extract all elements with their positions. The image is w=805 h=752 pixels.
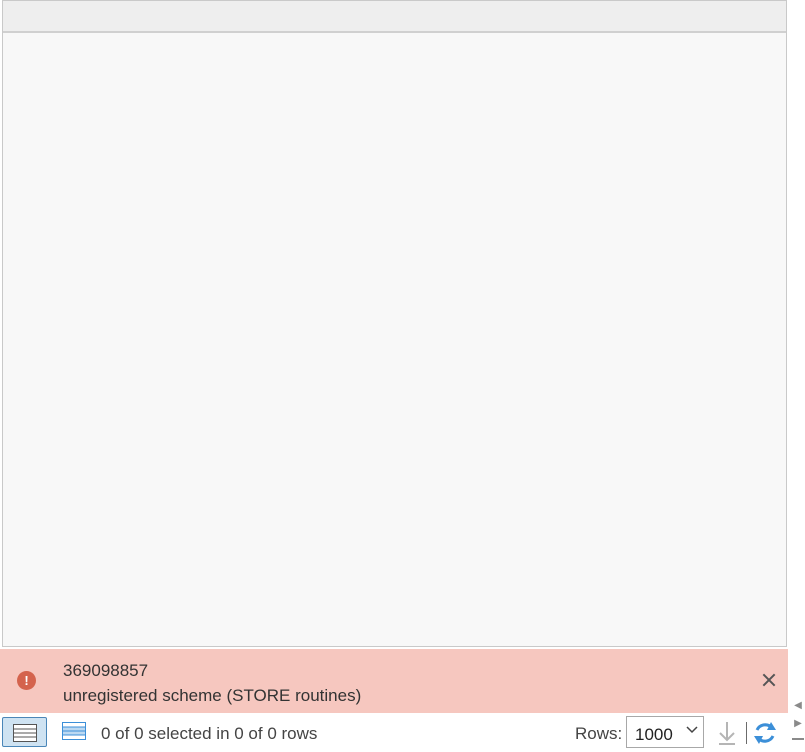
rows-select[interactable]: 1000: [626, 716, 704, 748]
scroll-edge-marker: [792, 738, 804, 740]
toolbar-divider: [746, 722, 747, 744]
error-icon: !: [17, 671, 36, 690]
error-message: unregistered scheme (STORE routines): [63, 686, 362, 705]
error-code: 369098857: [63, 661, 149, 680]
rows-label: Rows:: [575, 724, 623, 743]
selection-summary: 0 of 0 selected in 0 of 0 rows: [101, 724, 318, 743]
show-selected-records-icon: [62, 722, 86, 740]
close-icon[interactable]: [760, 671, 778, 689]
table-header: [3, 1, 786, 33]
download-icon[interactable]: [717, 720, 737, 746]
status-bar: 0 of 0 selected in 0 of 0 rows Rows: 100…: [0, 714, 788, 752]
scroll-right-icon[interactable]: ▶: [793, 718, 803, 730]
scroll-left-icon[interactable]: ◀: [793, 700, 803, 712]
show-selected-records-button[interactable]: [62, 722, 86, 742]
chevron-down-icon: [686, 726, 698, 734]
attribute-table: [2, 0, 787, 647]
right-gutter: ◀ ▶: [788, 0, 805, 752]
error-notification: ! 369098857 unregistered scheme (STORE r…: [0, 649, 788, 713]
show-all-records-button[interactable]: [2, 717, 47, 747]
rows-select-value: 1000: [635, 725, 673, 744]
refresh-icon[interactable]: [752, 720, 778, 746]
show-all-records-icon: [13, 724, 37, 742]
